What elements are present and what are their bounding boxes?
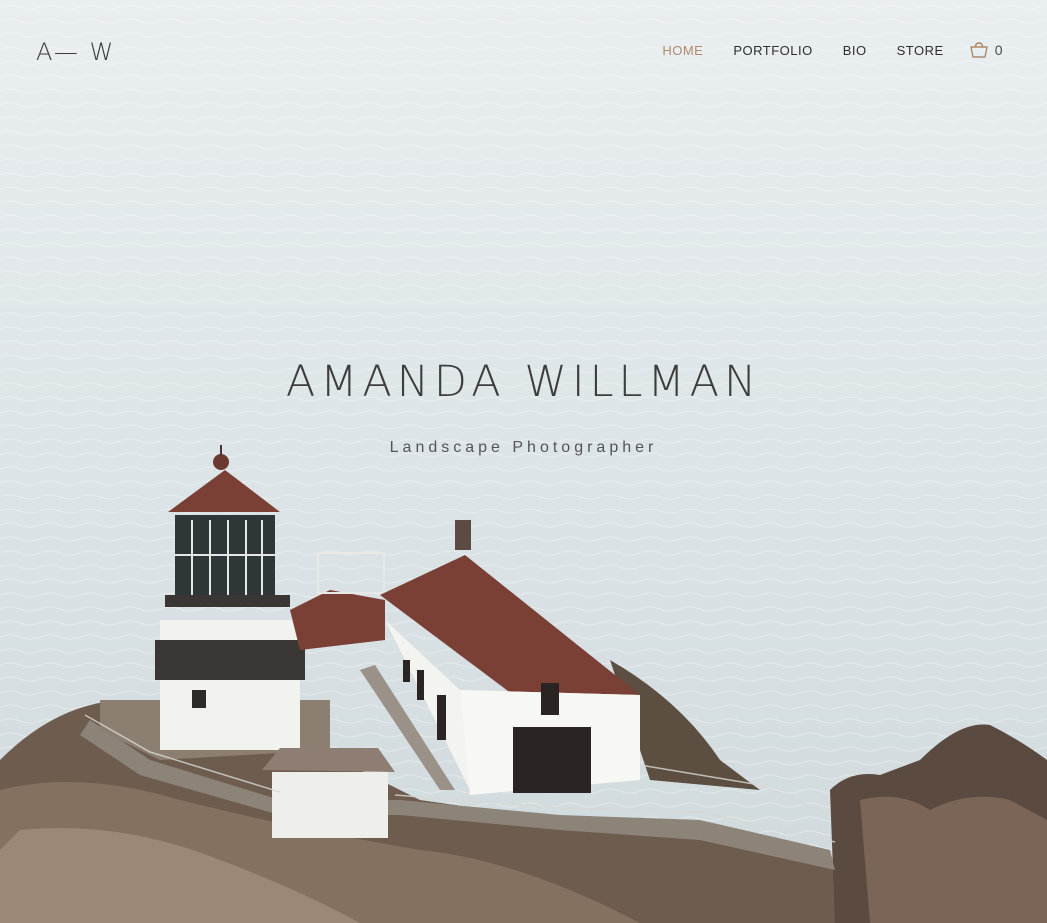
cart-button[interactable]: 0 (970, 42, 1003, 58)
nav-item-store[interactable]: STORE (897, 43, 944, 58)
nav-item-home[interactable]: HOME (662, 43, 703, 58)
main-navigation: HOME PORTFOLIO BIO STORE 0 (632, 42, 1003, 58)
page-title: AMANDA WILLMAN (285, 357, 762, 407)
cart-count: 0 (994, 42, 1003, 58)
nav-item-portfolio[interactable]: PORTFOLIO (733, 43, 812, 58)
hero-background-photo (0, 0, 1047, 923)
nav-item-bio[interactable]: BIO (843, 43, 867, 58)
lighthouse-coast-image (0, 0, 1047, 923)
page-subtitle: Landscape Photographer (389, 439, 658, 456)
shopping-basket-icon (970, 42, 988, 58)
site-logo[interactable]: A— W (36, 38, 115, 66)
